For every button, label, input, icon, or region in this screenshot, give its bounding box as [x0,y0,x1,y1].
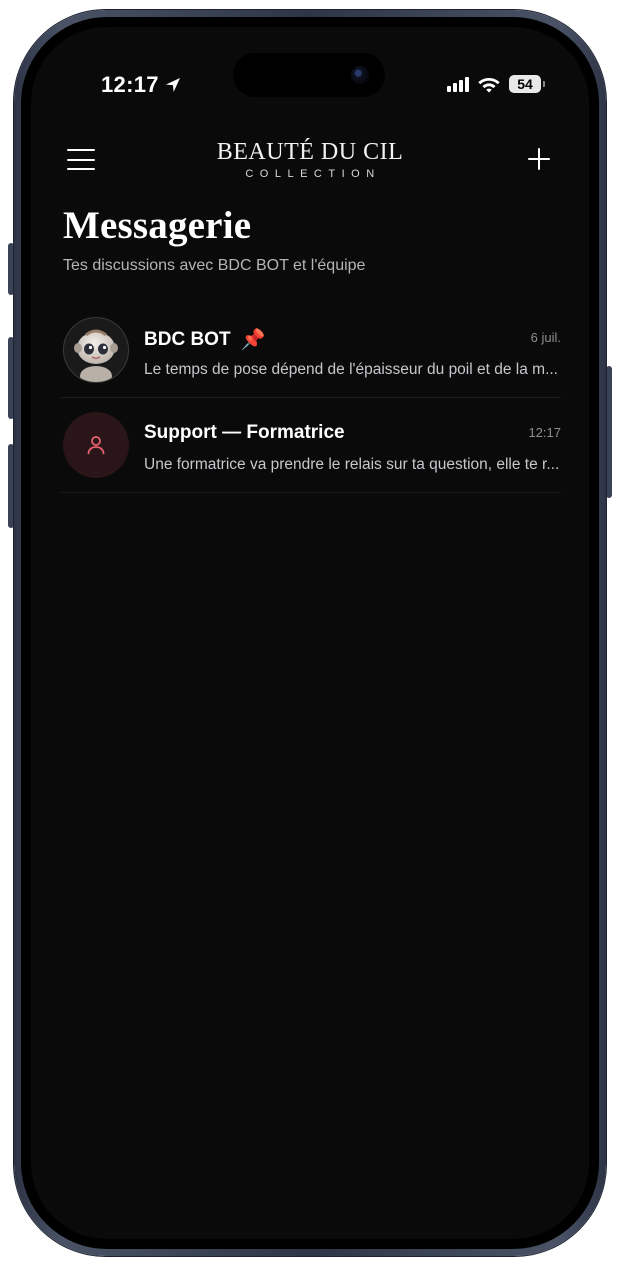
conversation-time: 12:17 [528,425,561,440]
conversation-name: BDC BOT [144,328,231,350]
camera-lens [351,66,369,84]
location-arrow-icon [165,78,180,92]
phone-bezel: 12:17 54 BEAUTÉ DU CIL COLLECTION Messag… [21,17,599,1249]
conversation-preview: Une formatrice va prendre le relais sur … [144,456,560,473]
plus-icon[interactable] [527,147,551,171]
conversation-row-support[interactable]: Support — Formatrice 12:17 Une formatric… [61,398,561,493]
conversation-name: Support — Formatrice [144,422,345,443]
person-icon [87,436,105,455]
status-icons: 54 [447,75,545,93]
brand-name: BEAUTÉ DU CIL [216,139,404,165]
top-bar: BEAUTÉ DU CIL COLLECTION [31,135,589,191]
brand-logo: BEAUTÉ DU CIL COLLECTION [31,139,589,180]
signal-icon [447,76,469,92]
conversation-list: BDC BOT 📌 6 juil. Le temps de pose dépen… [61,303,561,493]
screen: 12:17 54 BEAUTÉ DU CIL COLLECTION Messag… [31,27,589,1239]
battery-icon: 54 [509,75,545,93]
robot-icon [74,329,118,382]
conversation-row-bdc-bot[interactable]: BDC BOT 📌 6 juil. Le temps de pose dépen… [61,303,561,398]
wifi-icon [478,78,500,93]
support-avatar [63,412,129,478]
phone-frame: 12:17 54 BEAUTÉ DU CIL COLLECTION Messag… [14,10,606,1256]
brand-subtitle: COLLECTION [245,168,381,180]
dynamic-island [233,53,385,97]
conversation-preview: Le temps de pose dépend de l'épaisseur d… [144,361,558,378]
status-time: 12:17 [101,72,182,98]
power-button [606,366,612,498]
conversation-title: Support — Formatrice [144,422,345,444]
page-subtitle: Tes discussions avec BDC BOT et l'équipe [63,257,366,274]
status-time-text: 12:17 [101,72,159,97]
conversation-time: 6 juil. [530,330,561,345]
battery-level: 54 [517,76,533,92]
conversation-title: BDC BOT 📌 [144,327,265,352]
page-title: Messagerie [63,204,252,247]
pin-icon: 📌 [240,329,266,351]
robot-avatar [63,317,129,383]
